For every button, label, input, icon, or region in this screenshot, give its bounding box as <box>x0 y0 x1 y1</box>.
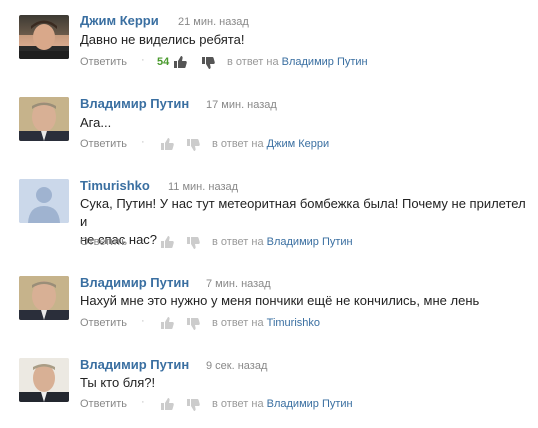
in-reply-to-link[interactable]: Джим Керри <box>267 138 329 150</box>
avatar[interactable] <box>19 97 69 141</box>
in-reply-to: в ответ на Владимир Путин <box>212 398 353 410</box>
thumbs-down-icon[interactable] <box>186 398 200 412</box>
thumbs-down-icon[interactable] <box>201 56 215 70</box>
default-user-icon[interactable] <box>19 179 69 223</box>
separator-dot: · <box>141 396 145 408</box>
in-reply-to-link[interactable]: Владимир Путин <box>282 56 368 68</box>
avatar[interactable] <box>19 358 69 402</box>
comment-text: Давно не виделись ребята! <box>80 32 245 47</box>
in-reply-to-link[interactable]: Владимир Путин <box>267 236 353 248</box>
comment-text: Ага... <box>80 115 112 130</box>
reply-button[interactable]: Ответить <box>80 317 127 329</box>
comment-author[interactable]: Владимир Путин <box>80 275 189 290</box>
comment-time[interactable]: 9 сек. назад <box>206 360 267 372</box>
comment-author[interactable]: Джим Керри <box>80 13 159 28</box>
comment-author[interactable]: Timurishko <box>80 178 150 193</box>
thumbs-up-icon[interactable] <box>160 316 174 330</box>
in-reply-to: в ответ на Джим Керри <box>212 138 330 150</box>
thumbs-down-icon[interactable] <box>186 236 200 250</box>
reply-button[interactable]: Ответить <box>80 398 127 410</box>
comment-time[interactable]: 7 мин. назад <box>206 278 271 290</box>
reply-button[interactable]: Ответить <box>80 138 127 150</box>
comment-text: Нахуй мне это нужно у меня пончики ещё н… <box>80 293 480 308</box>
in-reply-to: в ответ на Timurishko <box>212 317 321 329</box>
thumbs-up-icon[interactable] <box>173 55 187 69</box>
separator-dot: · <box>141 315 145 327</box>
comment-author[interactable]: Владимир Путин <box>80 357 189 372</box>
thumbs-up-icon[interactable] <box>160 397 174 411</box>
in-reply-to: в ответ на Владимир Путин <box>227 56 368 68</box>
comment-time[interactable]: 11 мин. назад <box>168 181 238 193</box>
reply-button[interactable]: Ответить <box>80 56 127 68</box>
comment-text: Ты кто бля?! <box>80 375 156 390</box>
thumbs-down-icon[interactable] <box>186 317 200 331</box>
thumbs-up-icon[interactable] <box>160 235 174 249</box>
separator-dot: · <box>141 234 145 246</box>
comment-time[interactable]: 17 мин. назад <box>206 99 277 111</box>
thumbs-down-icon[interactable] <box>186 138 200 152</box>
likes-count: 54 <box>157 56 170 68</box>
reply-button[interactable]: Ответить <box>80 236 127 248</box>
comment-time[interactable]: 21 мин. назад <box>178 16 249 28</box>
in-reply-to-link[interactable]: Timurishko <box>267 317 320 329</box>
in-reply-to: в ответ на Владимир Путин <box>212 236 353 248</box>
thumbs-up-icon[interactable] <box>160 137 174 151</box>
separator-dot: · <box>141 136 145 148</box>
avatar[interactable] <box>19 276 69 320</box>
separator-dot: · <box>141 54 145 66</box>
comment-text-line: Сука, Путин! У нас тут метеоритная бомбе… <box>80 196 526 229</box>
avatar[interactable] <box>19 15 69 59</box>
in-reply-to-link[interactable]: Владимир Путин <box>267 398 353 410</box>
comment-author[interactable]: Владимир Путин <box>80 96 189 111</box>
